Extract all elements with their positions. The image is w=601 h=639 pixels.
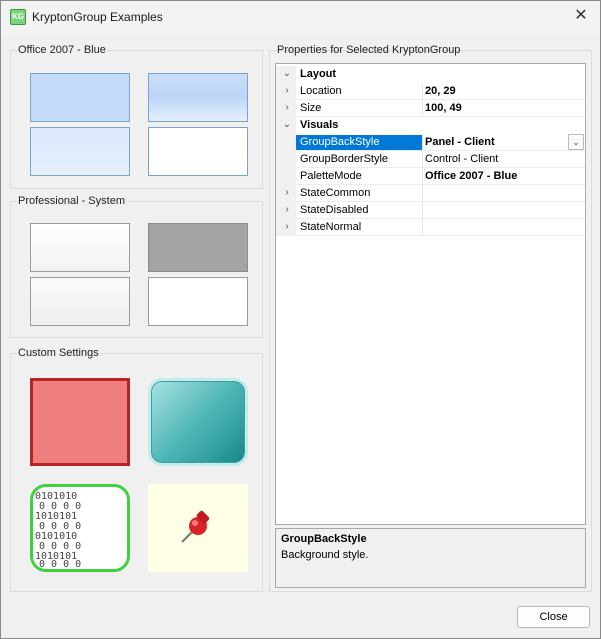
chevron-right-icon[interactable]: › xyxy=(282,221,292,232)
group-label-office: Office 2007 - Blue xyxy=(17,44,107,56)
column-divider xyxy=(422,202,423,219)
property-row[interactable]: GroupBackStyle Panel - Client ⌄ xyxy=(276,134,585,151)
krypton-group-custom-red[interactable] xyxy=(30,378,130,466)
row-divider xyxy=(296,235,585,236)
property-row[interactable]: › Size 100, 49 xyxy=(276,100,585,117)
binary-pattern-image: 0101010 0 0 0 0 1010101 0 0 0 0 0101010 … xyxy=(35,491,81,569)
category-label: Layout xyxy=(300,68,337,80)
krypton-group-sample-2[interactable] xyxy=(148,73,248,122)
column-divider xyxy=(422,134,423,151)
property-name: StateCommon xyxy=(300,187,371,199)
group-label-custom: Custom Settings xyxy=(17,347,100,359)
column-divider xyxy=(422,151,423,168)
column-divider xyxy=(422,83,423,100)
property-row[interactable]: PaletteMode Office 2007 - Blue xyxy=(276,168,585,185)
chevron-right-icon[interactable]: › xyxy=(282,102,292,113)
close-button[interactable]: Close xyxy=(517,606,590,628)
column-divider xyxy=(422,168,423,185)
krypton-group-sample-1[interactable] xyxy=(30,73,130,122)
property-name: StateDisabled xyxy=(300,204,369,216)
property-value[interactable]: Office 2007 - Blue xyxy=(425,170,575,182)
svg-text:0 0 0 0: 0 0 0 0 xyxy=(39,559,81,569)
krypton-group-sample-8[interactable] xyxy=(148,277,248,326)
property-name: GroupBorderStyle xyxy=(300,153,389,165)
property-category-row[interactable]: ⌄ Layout xyxy=(276,66,585,83)
property-row[interactable]: › StateDisabled xyxy=(276,202,585,219)
description-text: Background style. xyxy=(281,549,369,561)
krypton-group-sample-4[interactable] xyxy=(148,127,248,176)
title-bar[interactable]: KG KryptonGroup Examples ✕ xyxy=(1,1,600,33)
krypton-group-sample-5[interactable] xyxy=(30,223,130,272)
property-description-panel: GroupBackStyle Background style. xyxy=(275,528,586,588)
pushpin-icon xyxy=(181,510,210,543)
krypton-group-sample-6[interactable] xyxy=(148,223,248,272)
property-grid[interactable]: ⌄ Layout › Location 20, 29 › Size 100, 49 ⌄ Visua… xyxy=(275,63,586,525)
property-row[interactable]: › StateCommon xyxy=(276,185,585,202)
description-title: GroupBackStyle xyxy=(281,533,367,545)
property-row[interactable]: › StateNormal xyxy=(276,219,585,236)
category-label: Visuals xyxy=(300,119,339,131)
row-margin xyxy=(276,151,296,168)
krypton-group-sample-3[interactable] xyxy=(30,127,130,176)
row-margin xyxy=(276,168,296,185)
property-category-row[interactable]: ⌄ Visuals xyxy=(276,117,585,134)
chevron-right-icon[interactable]: › xyxy=(282,187,292,198)
property-row[interactable]: › Location 20, 29 xyxy=(276,83,585,100)
row-margin xyxy=(276,134,296,151)
chevron-down-icon[interactable]: ⌄ xyxy=(282,119,292,130)
krypton-app-icon: KG xyxy=(10,9,26,25)
property-name: GroupBackStyle xyxy=(296,135,422,151)
dialog-window: KG KryptonGroup Examples ✕ Office 2007 -… xyxy=(0,0,601,639)
column-divider xyxy=(422,219,423,236)
chevron-down-icon[interactable]: ⌄ xyxy=(282,68,292,79)
property-value[interactable]: Panel - Client xyxy=(425,136,575,148)
group-label-professional: Professional - System xyxy=(17,195,126,207)
krypton-group-custom-pin[interactable] xyxy=(148,484,248,572)
close-window-icon[interactable]: ✕ xyxy=(566,2,596,30)
property-value[interactable]: 20, 29 xyxy=(425,85,575,97)
chevron-right-icon[interactable]: › xyxy=(282,204,292,215)
property-row[interactable]: GroupBorderStyle Control - Client xyxy=(276,151,585,168)
property-name: StateNormal xyxy=(300,221,362,233)
dropdown-arrow-icon[interactable]: ⌄ xyxy=(568,134,584,150)
column-divider xyxy=(422,185,423,202)
property-value[interactable]: Control - Client xyxy=(425,153,575,165)
property-value[interactable]: 100, 49 xyxy=(425,102,575,114)
properties-header: Properties for Selected KryptonGroup xyxy=(277,44,461,56)
krypton-group-custom-binary[interactable]: 0101010 0 0 0 0 1010101 0 0 0 0 0101010 … xyxy=(30,484,130,572)
chevron-right-icon[interactable]: › xyxy=(282,85,292,96)
property-name: Location xyxy=(300,85,342,97)
krypton-group-sample-7[interactable] xyxy=(30,277,130,326)
column-divider xyxy=(422,100,423,117)
property-name: Size xyxy=(300,102,322,114)
krypton-group-custom-teal[interactable] xyxy=(148,378,248,466)
property-name: PaletteMode xyxy=(300,170,362,182)
window-title: KryptonGroup Examples xyxy=(32,10,163,24)
